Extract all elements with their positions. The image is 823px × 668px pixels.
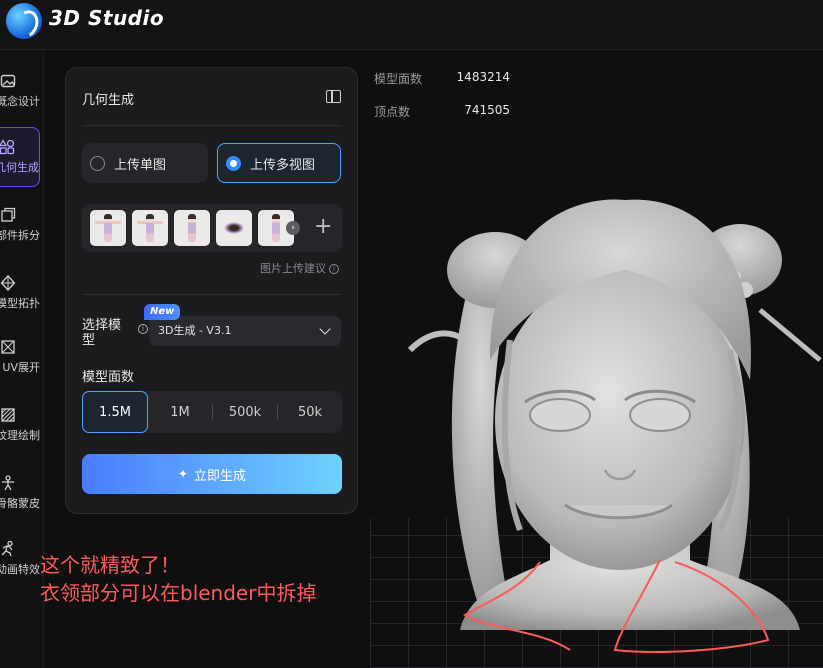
uploaded-image-thumb[interactable] bbox=[216, 210, 252, 246]
upload-multi-label: 上传多视图 bbox=[250, 157, 316, 173]
cube-split-icon bbox=[0, 207, 16, 223]
face-count-selector: 1.5M 1M 500k 50k bbox=[82, 391, 342, 433]
figure-icon bbox=[0, 475, 16, 491]
sidebar-item-label: 几何生成 bbox=[0, 161, 39, 174]
sidebar-item-rigging[interactable]: 骨骼蒙皮 bbox=[0, 465, 40, 521]
faces-count-value: 1483214 bbox=[456, 70, 510, 84]
brush-pattern-icon bbox=[0, 407, 16, 423]
upload-multi-option[interactable]: 上传多视图 bbox=[217, 143, 341, 183]
sidebar: 概念设计 几何生成 部件拆分 模型拓扑 UV展开 纹理绘制 骨骼蒙皮 动画特效 bbox=[0, 51, 44, 668]
model-select[interactable]: 3D生成 - V3.1 bbox=[149, 316, 341, 346]
annotation-line-2: 衣领部分可以在blender中拆掉 bbox=[40, 581, 317, 605]
faces-label: 模型面数 bbox=[82, 370, 135, 385]
add-image-icon[interactable]: + bbox=[314, 213, 332, 241]
new-badge: New bbox=[144, 304, 181, 320]
running-figure-icon bbox=[0, 541, 16, 557]
generate-button[interactable]: ✦ 立即生成 bbox=[82, 454, 342, 494]
upload-single-option[interactable]: 上传单图 bbox=[82, 143, 208, 183]
sidebar-item-label: 模型拓扑 bbox=[0, 297, 40, 310]
sidebar-item-label: 动画特效 bbox=[0, 563, 40, 576]
info-icon[interactable]: i bbox=[138, 324, 148, 334]
sidebar-toggle-icon[interactable] bbox=[326, 90, 341, 103]
polygon-icon bbox=[0, 275, 16, 291]
chevron-down-icon bbox=[319, 323, 331, 335]
3d-model-bust[interactable] bbox=[400, 190, 823, 668]
panel-title: 几何生成 bbox=[82, 93, 135, 108]
chevron-right-icon[interactable]: › bbox=[286, 221, 300, 235]
faces-count-label: 模型面数 bbox=[374, 72, 423, 86]
model-select-value: 3D生成 - V3.1 bbox=[158, 324, 232, 337]
sidebar-item-label: UV展开 bbox=[2, 361, 40, 374]
sidebar-item-label: 概念设计 bbox=[0, 95, 40, 108]
divider bbox=[82, 294, 342, 295]
sidebar-item-texture[interactable]: 纹理绘制 bbox=[0, 397, 40, 453]
sparkle-icon: ✦ bbox=[177, 467, 189, 481]
uploaded-image-thumb[interactable] bbox=[174, 210, 210, 246]
upload-single-label: 上传单图 bbox=[114, 157, 167, 173]
sidebar-item-topology[interactable]: 模型拓扑 bbox=[0, 265, 40, 321]
vertex-count-label: 顶点数 bbox=[374, 105, 411, 119]
vertex-count-value: 741505 bbox=[464, 103, 510, 117]
upload-hint-label: 图片上传建议 bbox=[260, 262, 326, 275]
face-option-50k[interactable]: 50k bbox=[278, 391, 342, 433]
radio-selected-icon bbox=[226, 155, 241, 171]
generate-button-label: 立即生成 bbox=[194, 468, 247, 484]
sidebar-item-geometry[interactable]: 几何生成 bbox=[0, 127, 40, 187]
uploaded-images-strip: › + bbox=[82, 204, 342, 252]
app-logo-icon[interactable] bbox=[6, 3, 42, 39]
model-stats: 模型面数 1483214 顶点数 741505 bbox=[374, 70, 510, 136]
face-option-500k[interactable]: 500k bbox=[213, 391, 277, 433]
top-bar: 3D Studio bbox=[0, 0, 823, 50]
upload-hint[interactable]: 图片上传建议 i bbox=[260, 260, 339, 276]
sidebar-item-animation[interactable]: 动画特效 bbox=[0, 531, 40, 587]
sidebar-item-label: 纹理绘制 bbox=[0, 429, 40, 442]
geometry-panel: 几何生成 上传单图 上传多视图 › + 图片上传建议 i 选择模型 i 3D生成 … bbox=[65, 67, 358, 514]
uploaded-image-thumb[interactable] bbox=[90, 210, 126, 246]
sidebar-item-uv[interactable]: UV展开 bbox=[0, 329, 40, 385]
handwritten-annotation: 这个就精致了！ 衣领部分可以在blender中拆掉 bbox=[40, 551, 316, 607]
app-title: 3D Studio bbox=[49, 6, 165, 30]
sidebar-item-label: 部件拆分 bbox=[0, 229, 40, 242]
face-option-1-5m[interactable]: 1.5M bbox=[82, 391, 148, 433]
radio-unselected-icon bbox=[90, 155, 105, 171]
sidebar-item-concept-design[interactable]: 概念设计 bbox=[0, 63, 40, 119]
sidebar-item-part-split[interactable]: 部件拆分 bbox=[0, 197, 40, 253]
shapes-icon bbox=[0, 139, 15, 155]
uv-unwrap-icon bbox=[0, 339, 16, 355]
model-select-label: 选择模型 bbox=[82, 318, 122, 348]
uploaded-image-thumb[interactable] bbox=[132, 210, 168, 246]
sidebar-item-label: 骨骼蒙皮 bbox=[0, 497, 40, 510]
face-option-1m[interactable]: 1M bbox=[148, 391, 212, 433]
info-icon: i bbox=[329, 264, 339, 274]
image-sparkle-icon bbox=[0, 73, 16, 89]
divider bbox=[82, 125, 342, 126]
annotation-line-1: 这个就精致了！ bbox=[40, 553, 180, 577]
